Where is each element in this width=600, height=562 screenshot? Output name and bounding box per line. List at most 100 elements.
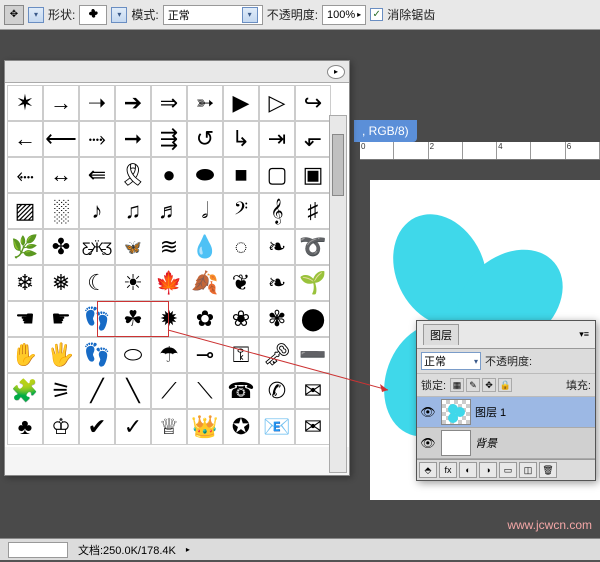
antialias-checkbox[interactable]: ✓ bbox=[370, 8, 383, 21]
lock-transparency-icon[interactable]: ▦ bbox=[450, 378, 464, 392]
shape-hand-fat[interactable]: ✋ bbox=[7, 337, 43, 373]
shape-note1[interactable]: ♪ bbox=[79, 193, 115, 229]
shape-frame-rough[interactable]: ▨ bbox=[7, 193, 43, 229]
shape-clover4[interactable]: ✤ bbox=[43, 229, 79, 265]
shape-leaf2[interactable]: ❦ bbox=[223, 265, 259, 301]
document-tab[interactable]: , RGB/8) bbox=[354, 120, 417, 142]
shape-drop-outline[interactable]: ◌ bbox=[223, 229, 259, 265]
shape-hand-open[interactable]: 🖐 bbox=[43, 337, 79, 373]
shape-arrow-r[interactable]: → bbox=[43, 85, 79, 121]
shape-arrow-r-sq[interactable]: ⇥ bbox=[259, 121, 295, 157]
shape-trefoil[interactable]: ♣ bbox=[7, 409, 43, 445]
fx-button[interactable]: fx bbox=[439, 462, 457, 478]
shape-burst[interactable]: ✹ bbox=[151, 301, 187, 337]
layers-tab[interactable]: 图层 bbox=[423, 324, 459, 345]
shape-sun[interactable]: ☀ bbox=[115, 265, 151, 301]
scrollbar[interactable] bbox=[329, 115, 347, 473]
shape-moon[interactable]: ☾ bbox=[79, 265, 115, 301]
shape-note-half[interactable]: 𝅗𝅥 bbox=[187, 193, 223, 229]
mode-select[interactable]: 正常 ▾ bbox=[163, 5, 263, 25]
shape-arrow-r-dot[interactable]: ⤑ bbox=[79, 121, 115, 157]
shape-bean[interactable]: ⬭ bbox=[115, 337, 151, 373]
shape-snowflake2[interactable]: ❅ bbox=[43, 265, 79, 301]
shape-arrow-turn-r[interactable]: ↳ bbox=[223, 121, 259, 157]
shape-leaves[interactable]: ❧ bbox=[259, 229, 295, 265]
adjustment-button[interactable]: ◑ bbox=[479, 462, 497, 478]
shape-flower2[interactable]: ❀ bbox=[223, 301, 259, 337]
group-button[interactable]: ▭ bbox=[499, 462, 517, 478]
shape-frame2[interactable]: ▣ bbox=[295, 157, 331, 193]
layer-row[interactable]: 👁 背景 bbox=[417, 428, 595, 459]
shape-crown3[interactable]: 👑 bbox=[187, 409, 223, 445]
shape-key[interactable]: ⚿ bbox=[223, 337, 259, 373]
shape-hand-l[interactable]: ☚ bbox=[7, 301, 43, 337]
shape-arrow-r3[interactable]: ⇶ bbox=[151, 121, 187, 157]
shape-arrow-r-tri[interactable]: ▶ bbox=[223, 85, 259, 121]
shape-slash1[interactable]: ╱ bbox=[79, 373, 115, 409]
shape-circle[interactable]: ● bbox=[151, 157, 187, 193]
shape-key-dot[interactable]: ⊸ bbox=[187, 337, 223, 373]
shape-crown2[interactable]: ♕ bbox=[151, 409, 187, 445]
shape-flower[interactable]: ✿ bbox=[187, 301, 223, 337]
shape-arrow-rr[interactable]: ⇒ bbox=[151, 85, 187, 121]
shape-slash3[interactable]: ⟋ bbox=[151, 373, 187, 409]
shape-arrow-l-dot[interactable]: ⬸ bbox=[7, 157, 43, 193]
shape-leaf3[interactable]: ❧ bbox=[259, 265, 295, 301]
shape-leaf4[interactable]: 🌱 bbox=[295, 265, 331, 301]
shape-preview[interactable] bbox=[79, 5, 107, 25]
shape-dropdown[interactable]: ▾ bbox=[111, 7, 127, 23]
link-button[interactable]: ⬘ bbox=[419, 462, 437, 478]
shape-phone[interactable]: ☎ bbox=[223, 373, 259, 409]
shape-hand-r[interactable]: ☛ bbox=[43, 301, 79, 337]
blend-mode-select[interactable]: 正常 ▾ bbox=[421, 352, 481, 370]
shape-arrow-l[interactable]: ← bbox=[7, 121, 43, 157]
tool-icon[interactable]: ✥ bbox=[4, 5, 24, 25]
status-arrow-icon[interactable]: ▸ bbox=[186, 545, 190, 554]
shape-phone2[interactable]: ✆ bbox=[259, 373, 295, 409]
shape-note2[interactable]: ♫ bbox=[115, 193, 151, 229]
shape-drop[interactable]: 💧 bbox=[187, 229, 223, 265]
shape-ribbon[interactable]: 🎗 bbox=[115, 157, 151, 193]
shape-arrow-curve-u[interactable]: ↺ bbox=[187, 121, 223, 157]
shape-snowflake[interactable]: ❄ bbox=[7, 265, 43, 301]
shape-seal[interactable]: ✪ bbox=[223, 409, 259, 445]
shape-star6[interactable]: ✶ bbox=[7, 85, 43, 121]
visibility-icon[interactable]: 👁 bbox=[419, 434, 437, 452]
layer-row[interactable]: 👁 图层 1 bbox=[417, 397, 595, 428]
shape-butterfly[interactable]: Ƹ̵̡Ӝ̵̨̄Ʒ bbox=[79, 229, 115, 265]
shape-clover3[interactable]: ☘ bbox=[115, 301, 151, 337]
shape-fern[interactable]: 🌿 bbox=[7, 229, 43, 265]
tool-dropdown[interactable]: ▾ bbox=[28, 7, 44, 23]
mask-button[interactable]: ◐ bbox=[459, 462, 477, 478]
shape-halftone[interactable]: ░ bbox=[43, 193, 79, 229]
shape-butterfly2[interactable]: 🦋 bbox=[115, 229, 151, 265]
shape-clef-treble[interactable]: 𝄞 bbox=[259, 193, 295, 229]
picker-options-button[interactable]: ▸ bbox=[327, 65, 345, 79]
shape-slash2[interactable]: ╲ bbox=[115, 373, 151, 409]
shape-sharp[interactable]: ♯ bbox=[295, 193, 331, 229]
delete-button[interactable]: 🗑 bbox=[539, 462, 557, 478]
shape-arrow-r-bold[interactable]: ➔ bbox=[115, 85, 151, 121]
lock-position-icon[interactable]: ✥ bbox=[482, 378, 496, 392]
shape-dash[interactable]: ➖ bbox=[295, 337, 331, 373]
shape-slash4[interactable]: ⟍ bbox=[187, 373, 223, 409]
shape-mail[interactable]: 📧 bbox=[259, 409, 295, 445]
shape-clef-bass[interactable]: 𝄢 bbox=[223, 193, 259, 229]
shape-envelope[interactable]: ✉ bbox=[295, 373, 331, 409]
shape-envelope-open[interactable]: ✉ bbox=[295, 409, 331, 445]
shape-leaf[interactable]: 🍂 bbox=[187, 265, 223, 301]
shape-arrow-r-solid[interactable]: ➞ bbox=[115, 121, 151, 157]
shape-arrow-corner[interactable]: ⬐ bbox=[295, 121, 331, 157]
shape-key2[interactable]: 🗝 bbox=[259, 337, 295, 373]
layer-thumbnail[interactable] bbox=[441, 399, 471, 425]
shape-circle2[interactable]: ⬤ bbox=[295, 301, 331, 337]
shape-puzzle2[interactable]: ⚞ bbox=[43, 373, 79, 409]
panel-menu-icon[interactable]: ▾≡ bbox=[579, 329, 589, 340]
shape-crown[interactable]: ♔ bbox=[43, 409, 79, 445]
shape-arrow-r-thin[interactable]: ➝ bbox=[79, 85, 115, 121]
visibility-icon[interactable]: 👁 bbox=[419, 403, 437, 421]
shape-leaf-maple[interactable]: 🍁 bbox=[151, 265, 187, 301]
shape-umbrella[interactable]: ☂ bbox=[151, 337, 187, 373]
lock-all-icon[interactable]: 🔒 bbox=[498, 378, 512, 392]
zoom-field[interactable] bbox=[8, 542, 68, 558]
